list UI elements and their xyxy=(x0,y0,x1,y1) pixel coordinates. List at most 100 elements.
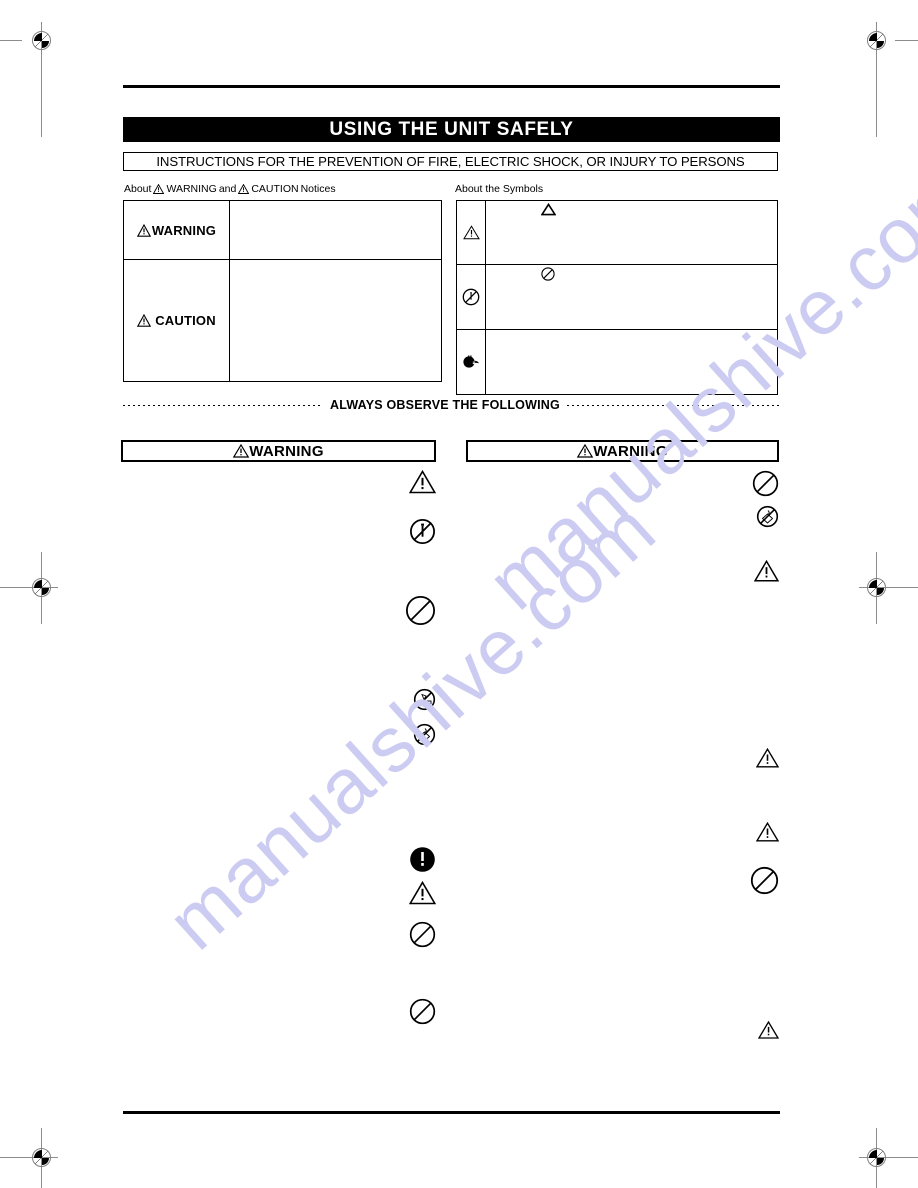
entry-icon-slot xyxy=(735,559,780,582)
warning-triangle-icon xyxy=(576,443,594,458)
footer-rule xyxy=(123,1111,780,1114)
instructions-banner: INSTRUCTIONS FOR THE PREVENTION OF FIRE,… xyxy=(123,152,778,171)
list-item xyxy=(121,688,436,711)
entry-icon-slot xyxy=(735,821,780,842)
symbol-cell-unplug-power xyxy=(457,329,486,394)
entry-icon-slot xyxy=(392,688,436,711)
caption-about-notices: About WARNING and CAUTION Notices xyxy=(124,183,336,195)
page-title-banner: USING THE UNIT SAFELY xyxy=(123,117,780,142)
warning-triangle-icon xyxy=(462,225,480,240)
prohibition-circle-icon xyxy=(409,998,436,1025)
definition-label-warning: WARNING xyxy=(124,201,230,259)
dotted-rule xyxy=(566,404,780,406)
entry-text xyxy=(121,688,392,711)
entry-icon-slot xyxy=(392,880,437,905)
entry-text xyxy=(466,470,735,497)
list-item xyxy=(121,921,436,948)
list-item xyxy=(121,880,437,905)
entry-icon-slot xyxy=(392,518,436,545)
entry-text xyxy=(466,560,735,582)
list-item xyxy=(121,998,436,1025)
definition-label-text: WARNING xyxy=(151,222,217,238)
page-title: USING THE UNIT SAFELY xyxy=(329,119,574,140)
table-row xyxy=(457,329,777,394)
warning-triangle-icon xyxy=(136,223,152,237)
header-rule xyxy=(123,85,780,88)
entry-icon-slot xyxy=(735,1020,780,1039)
entry-text xyxy=(121,881,392,905)
entry-text xyxy=(121,998,392,1025)
dotted-rule xyxy=(123,404,323,406)
list-item xyxy=(466,559,780,582)
prohibition-circle-icon xyxy=(405,595,436,626)
warning-triangle-icon xyxy=(153,183,165,194)
no-bend-icon xyxy=(413,688,436,711)
warning-header-right: WARNING xyxy=(466,440,779,462)
entry-text xyxy=(121,723,392,746)
warning-triangle-icon xyxy=(232,443,250,458)
table-row: CAUTION xyxy=(124,260,441,381)
no-water-icon xyxy=(413,723,436,746)
list-item xyxy=(121,469,437,494)
list-item xyxy=(466,1020,780,1039)
warning-triangle-icon xyxy=(755,821,780,842)
table-row xyxy=(457,265,777,330)
list-item xyxy=(121,723,436,746)
caption-and: and xyxy=(218,183,237,195)
entry-icon-slot xyxy=(392,595,436,626)
no-disassembly-icon xyxy=(409,518,436,545)
entry-text xyxy=(121,595,392,626)
caption-caution-word: CAUTION xyxy=(251,183,299,195)
no-water-icon xyxy=(756,505,779,528)
warning-triangle-icon xyxy=(755,747,780,768)
warning-triangle-icon xyxy=(753,559,780,582)
caption-suffix: Notices xyxy=(300,183,336,195)
definition-label-text: CAUTION xyxy=(155,313,216,328)
definition-body-warning xyxy=(230,201,441,259)
caption-symbols-text: About the Symbols xyxy=(455,183,544,195)
warning-triangle-icon xyxy=(757,1020,780,1039)
entry-text xyxy=(466,748,735,768)
entry-icon-slot xyxy=(735,470,779,497)
entry-text xyxy=(121,846,392,873)
warning-header-left: WARNING xyxy=(121,440,436,462)
entry-icon-slot xyxy=(735,866,779,895)
symbol-cell-no-disassembly xyxy=(457,265,486,329)
entry-text xyxy=(121,921,392,948)
table-row: WARNING xyxy=(124,201,441,260)
table-row xyxy=(457,201,777,266)
caption-about-symbols: About the Symbols xyxy=(455,183,543,195)
always-observe-text: ALWAYS OBSERVE THE FOLLOWING xyxy=(330,398,560,412)
definition-label-caution: CAUTION xyxy=(124,260,230,381)
list-item xyxy=(121,846,436,873)
prohibition-circle-icon xyxy=(409,921,436,948)
warning-triangle-icon xyxy=(137,313,152,327)
prohibition-circle-icon xyxy=(750,866,779,895)
entry-icon-slot xyxy=(392,846,436,873)
definition-body-caution xyxy=(230,260,441,381)
entry-text xyxy=(466,822,735,842)
manual-page: manualshive.com manualshive.com USING TH… xyxy=(0,0,918,1188)
no-disassembly-icon xyxy=(462,288,480,306)
prohibition-circle-icon xyxy=(752,470,779,497)
mandatory-exclamation-icon xyxy=(409,846,436,873)
unplug-power-icon xyxy=(462,354,480,370)
warning-triangle-icon xyxy=(238,183,250,194)
list-item xyxy=(466,470,779,497)
symbol-description-unplug-power xyxy=(486,330,777,394)
always-observe-divider: ALWAYS OBSERVE THE FOLLOWING xyxy=(123,398,780,412)
symbol-description-warning xyxy=(486,201,777,264)
prohibition-circle-icon xyxy=(541,267,555,281)
entry-icon-slot xyxy=(392,469,437,494)
entry-icon-slot xyxy=(735,505,779,528)
list-item xyxy=(121,595,436,626)
entry-text xyxy=(466,505,735,528)
entry-icon-slot xyxy=(392,998,436,1025)
entry-text xyxy=(121,518,392,545)
warning-header-text: WARNING xyxy=(593,442,668,460)
warning-caution-definition-table: WARNING CAUTION xyxy=(123,200,442,382)
caption-warning-word: WARNING xyxy=(166,183,217,195)
warning-triangle-icon xyxy=(408,880,437,905)
caption-prefix: About xyxy=(124,183,152,195)
warning-triangle-icon xyxy=(408,469,437,494)
